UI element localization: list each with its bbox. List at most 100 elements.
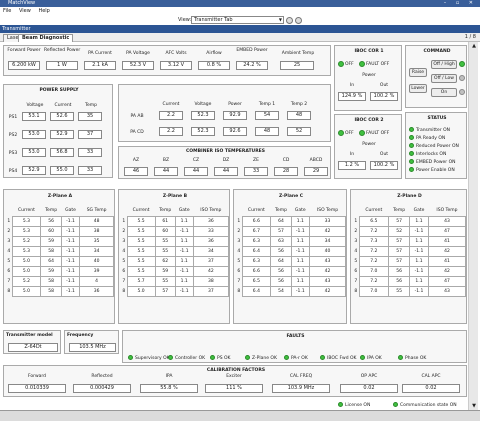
iboc-cor1-title: IBOC COR 1 (354, 49, 384, 54)
table-cell: 58 (40, 275, 62, 287)
table-cell: 5.5 (126, 225, 156, 237)
table-row: 3 7.3 57 1.1 41 (353, 235, 467, 247)
window-title: MatchView (8, 0, 36, 6)
zplane-panel: Z-Plane B Current Temp Gate ISO Temp 1 5.5 61 1.… (118, 189, 230, 324)
table-cell: -1.1 (60, 245, 81, 257)
on-button[interactable]: On (431, 88, 457, 97)
table-cell: 57 (154, 285, 176, 297)
table-row: 8 7.0 55 -1.1 43 (353, 285, 467, 297)
vertical-scrollbar[interactable]: ▲ ▼ (468, 42, 478, 410)
calibration-value: 0.010339 (8, 384, 66, 393)
table-cell: 55 (388, 285, 411, 297)
table-cell: -1.1 (174, 285, 194, 297)
table-cell: 56 (388, 265, 411, 277)
page-indicator: 1 / 8 (464, 34, 476, 40)
table-cell: 42 (308, 225, 347, 237)
menu-file[interactable]: File (3, 8, 11, 14)
table-cell: 1.1 (290, 255, 310, 267)
tab-bar: Laser Beam Diagnostic 1 / 8 (0, 33, 480, 42)
combiner-cz-value: 44 (184, 167, 208, 176)
table-row: 3 5.2 59 -1.1 35 (6, 235, 114, 247)
license-label: License ON (345, 403, 371, 408)
table-row: 2 6.7 57 -1.1 42 (236, 225, 347, 237)
calibration-value: 103.9 MHz (272, 384, 330, 393)
iboc2-fault-label: FAULT OFF (366, 131, 390, 136)
window-controls[interactable]: – ▫ ✕ (444, 0, 477, 7)
table-cell: 7.2 (358, 225, 390, 237)
table-cell: 5.3 (11, 225, 42, 237)
column-header: Temp (45, 208, 58, 214)
fault-label: PS OK (217, 356, 231, 361)
ps1-current: 52.6 (50, 112, 74, 121)
refresh-button[interactable] (286, 17, 293, 24)
table-cell: 42 (427, 265, 467, 277)
ps4-label: PS4 (8, 169, 18, 174)
status-led (409, 167, 414, 172)
table-cell: -1.1 (60, 285, 81, 297)
column-header: Gate (65, 208, 76, 214)
table-cell: -1.1 (409, 245, 429, 257)
table-cell: 7.2 (358, 245, 390, 257)
embed-power-label: EMBED Power (236, 48, 268, 53)
table-cell: 1.1 (174, 255, 194, 267)
faults-title: FAULTS (286, 334, 305, 339)
table-row: 4 5.3 58 -1.1 34 (6, 245, 114, 257)
ps-current-header: Current (54, 103, 72, 108)
fault-label: IBOC Fwd OK (327, 356, 357, 361)
combiner-az-value: 46 (124, 167, 148, 176)
table-cell: 5.0 (126, 285, 156, 297)
pa-cd-temp1: 48 (255, 127, 279, 136)
fault-label: PA-r OK (291, 356, 308, 361)
pa-cd-label: PA CD (130, 130, 144, 135)
table-cell: 54 (270, 285, 292, 297)
table-cell: 40 (308, 245, 347, 257)
iboc1-in-value: 124.9 % (338, 92, 366, 101)
view-select[interactable]: Transmitter Tab ▼ (191, 16, 284, 24)
menu-help[interactable]: Help (38, 8, 49, 14)
iboc-cor1-panel: IBOC COR 1 OFF FAULT OFF Power In Out 12… (334, 45, 402, 111)
transmitter-model-title: Transmitter model (6, 333, 53, 338)
status-power-enable: Power Enable ON (409, 167, 455, 173)
status-title: STATUS (427, 116, 447, 121)
zplane-title: Z-Plane A (47, 194, 73, 199)
status-led (409, 159, 414, 164)
raise-button[interactable]: Raise (409, 68, 427, 77)
scroll-up-icon[interactable]: ▲ (470, 42, 478, 50)
settings-button[interactable] (295, 17, 302, 24)
table-cell: 6.5 (358, 215, 390, 227)
status-interlocks: Interlocks ON (409, 151, 446, 157)
combiner-cd-label: CD (282, 158, 290, 163)
lower-button[interactable]: Lower (409, 84, 427, 93)
view-label: View: (178, 17, 192, 23)
column-header: Gate (413, 208, 425, 214)
frequency-panel: Frequency 103.5 MHz (64, 330, 119, 354)
table-cell: 39 (79, 265, 114, 277)
frequency-title: Frequency (67, 333, 94, 338)
off-low-led (459, 75, 465, 81)
scroll-down-icon[interactable]: ▼ (470, 402, 478, 410)
tab-beam-diagnostic[interactable]: Beam Diagnostic (18, 34, 74, 42)
status-led (409, 151, 414, 156)
status-led (409, 127, 414, 132)
ambient-temp-label: Ambient Temp (281, 51, 315, 56)
menu-bar: File View Help (0, 7, 480, 15)
table-cell: 57 (388, 215, 411, 227)
combiner-ze-label: ZE (253, 158, 259, 163)
menu-view[interactable]: View (19, 8, 31, 14)
forward-power-value: 6.200 kW (8, 61, 40, 70)
table-row: 7 7.2 56 1.1 47 (353, 275, 467, 287)
iboc1-off-label: OFF (345, 62, 354, 67)
fault-item: Controller OK (168, 355, 205, 361)
table-cell: 56 (270, 265, 292, 277)
table-cell: 43 (308, 255, 347, 267)
off-high-button[interactable]: Off / High (431, 60, 457, 69)
comm-label: Communication state ON (400, 403, 457, 408)
table-cell: 6.3 (241, 255, 272, 267)
table-cell: 7.3 (358, 235, 390, 247)
table-cell: 59 (40, 235, 62, 247)
table-cell: 1.1 (290, 215, 310, 227)
table-row: 6 7.0 56 -1.1 42 (353, 265, 467, 277)
off-low-button[interactable]: Off / Low (431, 74, 457, 83)
table-cell: -1.1 (60, 225, 81, 237)
ps3-label: PS3 (8, 151, 18, 156)
